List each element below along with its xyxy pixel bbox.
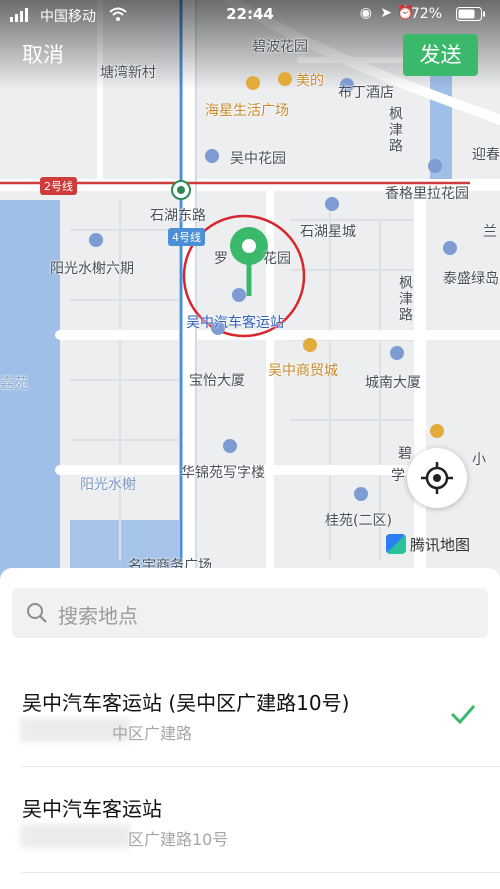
map-label: 阳光水榭: [80, 477, 136, 493]
crosshair-icon: [421, 462, 453, 494]
place-name: 吴中汽车客运站 (吴中区广建路10号): [22, 691, 350, 715]
map-label: 宝怡大厦: [189, 373, 245, 389]
locate-me-button[interactable]: [407, 448, 467, 508]
metro-4-badge: 4号线: [168, 228, 205, 246]
tencent-map-logo: 腾讯地图: [386, 534, 470, 555]
place-name: 吴中汽车客运站: [22, 797, 162, 821]
poi-residence-icon: [354, 487, 368, 501]
redacted-text: [20, 824, 130, 848]
battery-icon: [456, 7, 485, 21]
map-label: 塘湾新村: [100, 65, 156, 81]
poi-residence-icon: [205, 149, 219, 163]
poi-building-icon: [390, 346, 404, 360]
map-view[interactable]: 2号线 4号线 碧波花园 塘湾新村 美的 布丁酒店 海星生活广场 吴中花园 枫津…: [0, 0, 500, 580]
send-button[interactable]: 发送: [403, 34, 478, 76]
map-label: 桂苑(二区): [325, 513, 392, 529]
search-placeholder: 搜索地点: [58, 604, 138, 628]
map-label: 香格里拉花园: [385, 186, 469, 202]
cancel-button[interactable]: 取消: [22, 34, 64, 76]
divider: [22, 872, 500, 873]
place-address: 区广建路10号: [128, 830, 229, 849]
map-label: 泰盛绿岛: [443, 271, 499, 287]
poi-school-icon: [430, 424, 444, 438]
battery-percent: 72%: [410, 6, 442, 22]
map-label: 碧波花园: [252, 39, 308, 55]
map-label: 兰: [483, 224, 497, 240]
map-label: 美的: [296, 73, 324, 89]
map-label: 阳光水榭六期: [50, 261, 134, 277]
map-label: 石湖东路: [150, 208, 206, 224]
list-item[interactable]: 吴中汽车客运站 (吴中区广建路10号) 中区广建路: [0, 670, 500, 768]
status-bar: 中国移动 22:44 ◉ ➤ ⏰ 72%: [0, 0, 500, 28]
divider: [22, 766, 500, 767]
bus-station-icon: [232, 288, 246, 302]
poi-residence-icon: [428, 159, 442, 173]
map-label: 石湖星城: [300, 224, 356, 240]
poi-residence-icon: [89, 233, 103, 247]
map-label: 吴中汽车客运站: [186, 315, 284, 331]
location-arrow-icon: ➤: [380, 5, 392, 21]
search-input[interactable]: 搜索地点: [12, 588, 488, 638]
map-label: 罗: [214, 251, 228, 267]
map-label: 城南大厦: [365, 375, 421, 391]
metro-2-badge: 2号线: [40, 177, 77, 195]
location-sheet: 搜索地点 吴中汽车客运站 (吴中区广建路10号) 中区广建路 吴中汽车客运站 区…: [0, 568, 500, 889]
map-label: 布丁酒店: [338, 85, 394, 101]
map-label: 枫津路: [387, 106, 403, 154]
map-label: 小: [472, 452, 486, 468]
poi-mall-icon: [246, 76, 260, 90]
map-label: 学: [391, 468, 405, 484]
poi-residence-icon: [325, 197, 339, 211]
search-icon: [27, 603, 47, 623]
map-label: 吴中花园: [230, 151, 286, 167]
checkmark-icon: [450, 705, 476, 724]
tencent-map-logo-icon: [386, 534, 406, 554]
poi-residence-icon: [443, 241, 457, 255]
poi-food-icon: [278, 72, 292, 86]
map-label: 海星生活广场: [205, 103, 289, 119]
map-label: 枫津路: [397, 275, 413, 323]
list-item[interactable]: 吴中汽车客运站 区广建路10号: [0, 776, 500, 874]
poi-building-icon: [223, 439, 237, 453]
orientation-lock-icon: ◉: [359, 5, 372, 21]
map-label: 迎春: [472, 147, 500, 163]
map-label: 嘉苑: [0, 376, 28, 392]
place-address: 中区广建路: [112, 724, 193, 743]
poi-shop-icon: [303, 338, 317, 352]
map-label: 华锦苑写字楼: [181, 465, 265, 481]
map-label: 花园: [263, 251, 291, 267]
map-label: 吴中商贸城: [268, 363, 338, 379]
